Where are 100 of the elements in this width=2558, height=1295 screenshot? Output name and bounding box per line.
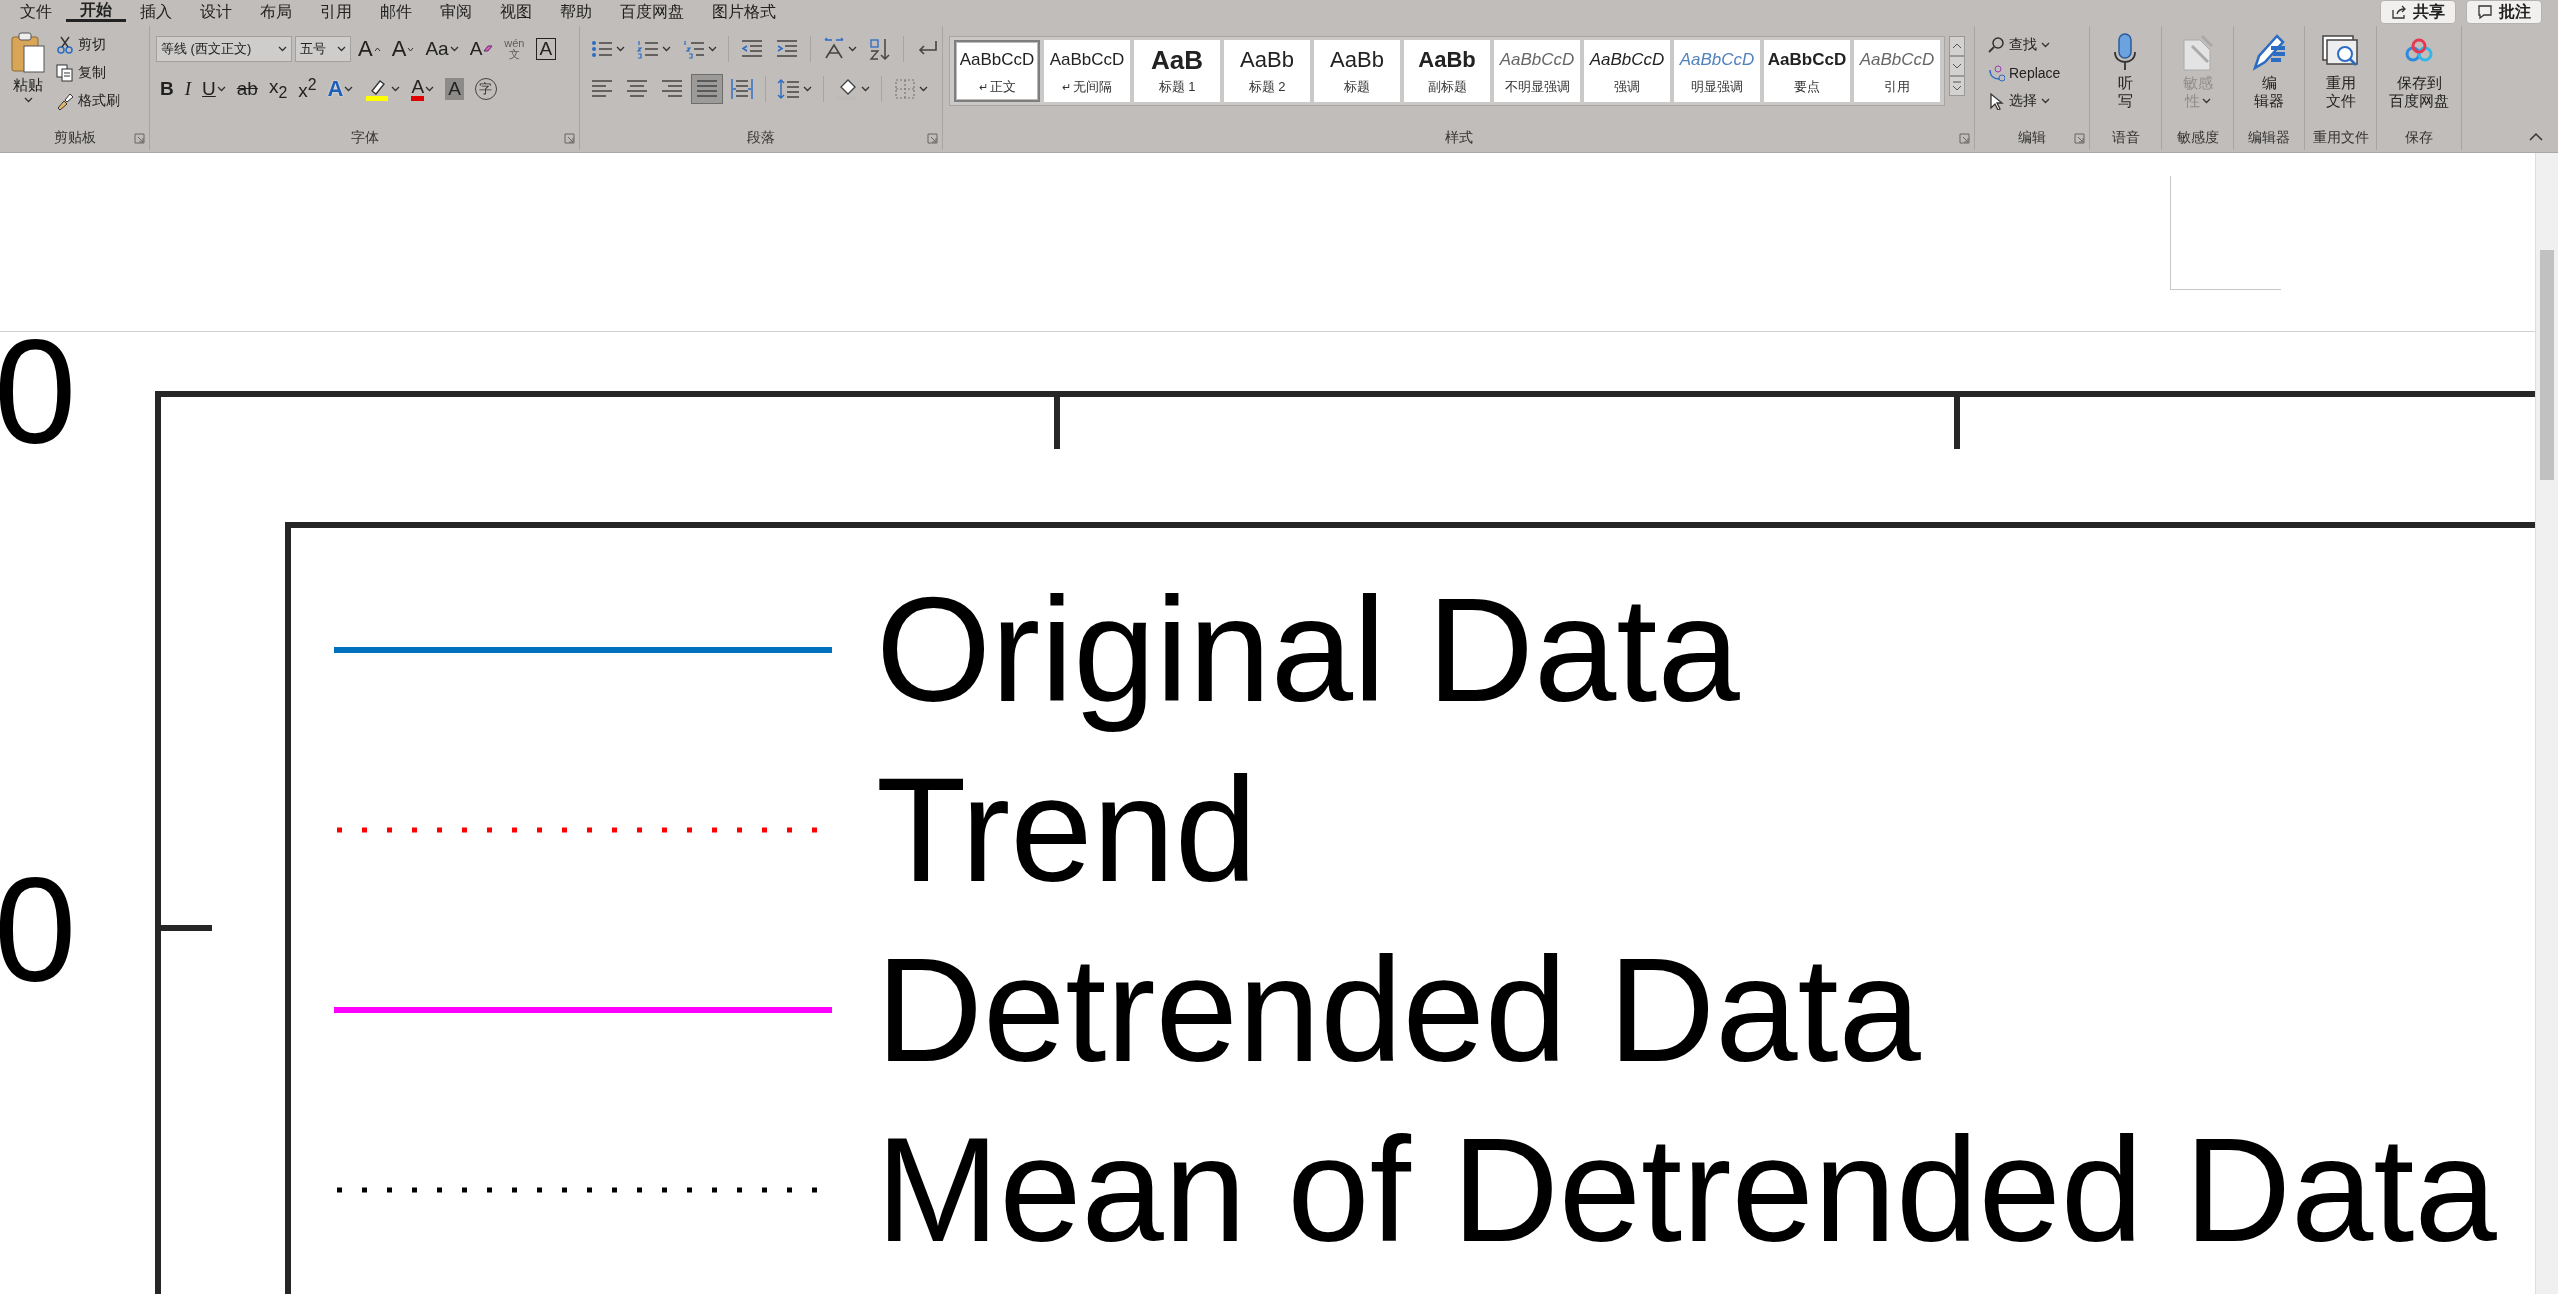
caret-icon [861, 86, 870, 92]
clear-button[interactable]: A [465, 35, 498, 63]
group-label: 样式 [1444, 129, 1473, 147]
caret-icon [2201, 98, 2211, 104]
shrink-button[interactable]: A [387, 35, 419, 63]
ribbon-tab[interactable]: 百度网盘 [606, 0, 698, 22]
ribbon-tab[interactable]: 审阅 [426, 0, 486, 22]
subscript-button[interactable]: x$_{2}$ [264, 75, 292, 103]
distributed-icon[interactable] [730, 77, 754, 101]
paste-button[interactable]: 粘贴 [6, 32, 50, 114]
caret-icon [919, 86, 928, 92]
strike-button[interactable]: ab [232, 75, 262, 103]
scroll-up-icon[interactable] [1949, 36, 1965, 56]
caret-icon [216, 86, 226, 92]
cut-button[interactable]: 剪切 [56, 32, 120, 58]
legend-label: Detrended Data [876, 926, 1921, 1094]
caret-icon [848, 46, 857, 52]
find-button[interactable]: 查找 [1987, 32, 2061, 58]
ribbon-tab[interactable]: 布局 [246, 0, 306, 22]
microphone-button[interactable]: 听 写 [2096, 32, 2155, 110]
clipboard-icon [10, 32, 46, 74]
group-label: 编辑 [2018, 129, 2046, 147]
dialog-launcher-icon[interactable] [927, 132, 938, 144]
dialog-launcher-icon[interactable] [2074, 132, 2085, 144]
style-gallery-item[interactable]: AaBbCcD 引用 [1854, 40, 1940, 102]
group-label: 编辑器 [2248, 129, 2290, 147]
font-name-field[interactable]: 等线 (西文正文) [156, 36, 292, 62]
scroll-down-icon[interactable] [1949, 56, 1965, 76]
italic-button[interactable]: I [180, 75, 196, 103]
copy-icon [56, 64, 74, 82]
style-gallery-item[interactable]: AaBbCcD ↵正文 [954, 40, 1040, 102]
bold-button[interactable]: B [156, 75, 178, 103]
caret-icon [23, 97, 33, 103]
group-label: 字体 [350, 129, 379, 147]
caret-icon [2041, 42, 2050, 48]
ribbon-tab[interactable]: 文件 [6, 0, 66, 22]
scrollbar-track[interactable] [2535, 153, 2558, 1294]
style-gallery-item[interactable]: AaBb 标题 [1314, 40, 1400, 102]
eraser-icon [483, 45, 494, 53]
underline-button[interactable]: U [198, 75, 230, 103]
style-gallery-item[interactable]: AaBb 标题 2 [1224, 40, 1310, 102]
caret-icon [278, 46, 287, 52]
style-gallery-item[interactable]: AaBbCcD 要点 [1764, 40, 1850, 102]
style-gallery-item[interactable]: AaBbCcD ↵无间隔 [1044, 40, 1130, 102]
caret-icon [449, 46, 459, 52]
dialog-launcher-icon[interactable] [564, 132, 575, 144]
legend-label: Original Data [876, 566, 1740, 734]
more-styles-icon[interactable] [1949, 76, 1965, 96]
replace-icon [1987, 64, 2005, 82]
document-search-button[interactable]: 重用 文件 [2311, 32, 2370, 110]
replace-button[interactable]: Replace [1987, 60, 2061, 86]
group-label: 保存 [2405, 129, 2433, 147]
caret-icon [425, 86, 435, 92]
cursor-icon [1987, 92, 2005, 110]
paintbrush-icon [56, 92, 74, 110]
caret-icon [708, 46, 717, 52]
group-label: 段落 [747, 129, 775, 147]
color-button[interactable]: A [407, 75, 439, 103]
text-layout-icon[interactable] [822, 37, 846, 61]
ribbon-tab[interactable]: 图片格式 [698, 0, 790, 22]
ribbon-tab[interactable]: 开始 [66, 0, 126, 22]
style-gallery-item[interactable]: AaBbCcD 明显强调 [1674, 40, 1760, 102]
comment-button[interactable]: 批注 [2466, 0, 2542, 24]
legend-label: Trend [876, 746, 1258, 914]
pen-button[interactable]: 编 辑器 [2240, 32, 2298, 110]
collapse-ribbon-icon[interactable] [2528, 132, 2544, 142]
select-button[interactable]: 选择 [1987, 88, 2061, 114]
group-label: 重用文件 [2312, 129, 2369, 147]
share-button[interactable]: 共享 [2380, 0, 2456, 24]
style-gallery-item[interactable]: AaB 标题 1 [1134, 40, 1220, 102]
caret-icon [391, 86, 401, 92]
ribbon-tab[interactable]: 帮助 [546, 0, 606, 22]
group-label: 剪贴板 [53, 129, 96, 147]
case-button[interactable]: Aa [421, 35, 463, 63]
style-gallery-item[interactable]: AaBb 副标题 [1404, 40, 1490, 102]
scrollbar-thumb[interactable] [2540, 250, 2554, 480]
group-label: 语音 [2111, 129, 2140, 147]
group-label: 敏感度 [2176, 129, 2219, 147]
ribbon-tab[interactable]: 引用 [306, 0, 366, 22]
style-gallery-item[interactable]: AaBbCcD 不明显强调 [1494, 40, 1580, 102]
ribbon-tab[interactable]: 插入 [126, 0, 186, 22]
ribbon-tab[interactable]: 设计 [186, 0, 246, 22]
superscript-button[interactable]: x$^{2}$ [294, 75, 321, 103]
share-icon [2391, 4, 2407, 20]
ribbon-tab[interactable]: 邮件 [366, 0, 426, 22]
font-size-field[interactable]: 五号 [295, 36, 351, 62]
brush-button[interactable]: 格式刷 [56, 88, 120, 114]
grow-button[interactable]: A [354, 35, 385, 63]
cloud-button[interactable]: 保存到 百度网盘 [2383, 32, 2455, 110]
style-gallery-item[interactable]: AaBbCcD 强调 [1584, 40, 1670, 102]
dialog-launcher-icon[interactable] [134, 132, 145, 144]
caret-icon [2041, 98, 2050, 104]
legend-label: Mean of Detrended Data [876, 1106, 2497, 1274]
caret-icon [337, 46, 346, 52]
line-spacing-icon[interactable] [777, 77, 801, 101]
caret-down-icon [407, 46, 415, 52]
sort-icon[interactable] [868, 37, 892, 61]
copy-button[interactable]: 复制 [56, 60, 120, 86]
dialog-launcher-icon[interactable] [1959, 132, 1970, 144]
ribbon-tab[interactable]: 视图 [486, 0, 546, 22]
